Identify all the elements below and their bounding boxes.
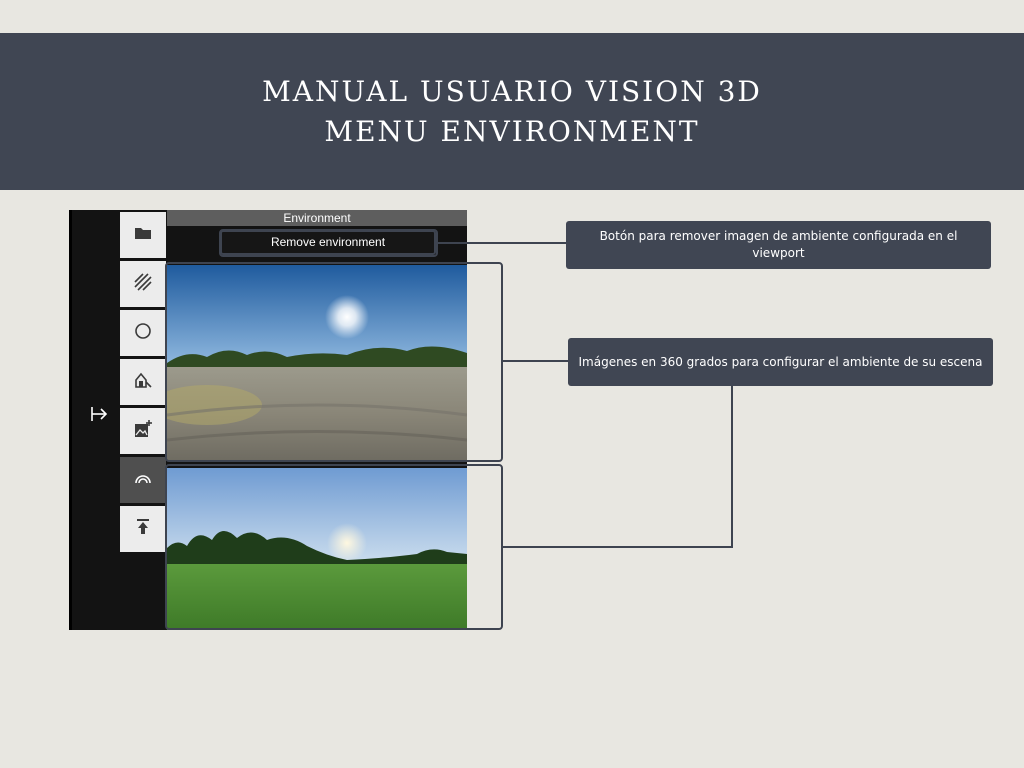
environment-dome-icon <box>134 469 152 491</box>
upload-icon <box>134 518 152 540</box>
tool-sidebar <box>120 210 167 630</box>
page-title-line1: MANUAL USUARIO VISION 3D <box>262 74 762 108</box>
connector-images-bottom <box>503 546 733 548</box>
add-image-button[interactable] <box>120 408 166 454</box>
callout-remove-text: Botón para remover imagen de ambiente co… <box>599 229 958 260</box>
environment-button[interactable] <box>120 457 166 503</box>
highlight-environment-1 <box>165 262 503 462</box>
connector-images-vertical <box>731 384 733 548</box>
header-banner: MANUAL USUARIO VISION 3D MENU ENVIRONMEN… <box>0 33 1024 190</box>
callout-remove-environment: Botón para remover imagen de ambiente co… <box>566 221 991 269</box>
highlight-environment-2 <box>165 464 503 630</box>
environment-panel-title: Environment <box>167 210 467 226</box>
add-image-icon <box>134 420 152 442</box>
connector-images-top <box>503 360 569 362</box>
lighting-button[interactable] <box>120 359 166 405</box>
folder-button[interactable] <box>120 212 166 258</box>
arrow-right-bar-icon[interactable] <box>90 406 108 422</box>
shape-button[interactable] <box>120 310 166 356</box>
callout-images-text: Imágenes en 360 grados para configurar e… <box>578 354 983 369</box>
page-title-line2: MENU ENVIRONMENT <box>324 114 700 148</box>
hatch-pattern-icon <box>134 273 152 295</box>
collapse-strip <box>69 210 120 630</box>
material-pattern-button[interactable] <box>120 261 166 307</box>
highlight-remove-button <box>219 229 438 257</box>
folder-icon <box>134 224 152 246</box>
callout-360-images: Imágenes en 360 grados para configurar e… <box>568 338 993 386</box>
house-light-icon <box>134 371 152 393</box>
connector-remove <box>438 242 567 244</box>
circle-icon <box>134 322 152 344</box>
upload-button[interactable] <box>120 506 166 552</box>
